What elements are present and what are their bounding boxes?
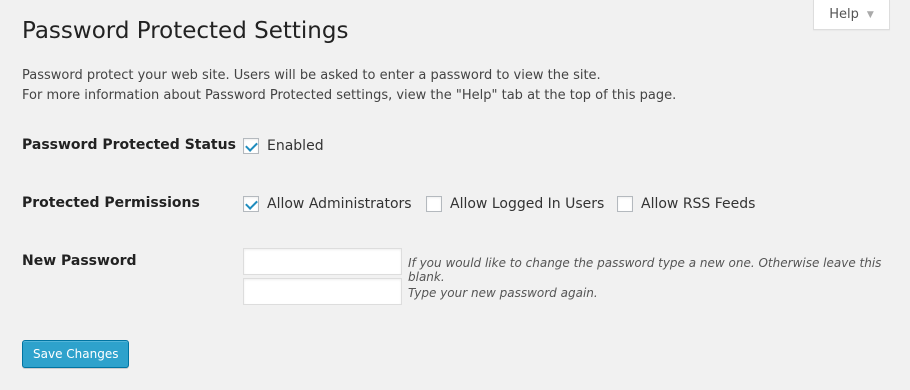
enabled-checkbox-option[interactable]: Enabled bbox=[243, 138, 324, 154]
allow-rss-feeds-label: Allow RSS Feeds bbox=[641, 196, 756, 212]
new-password-input[interactable] bbox=[243, 248, 402, 275]
allow-rss-feeds-option[interactable]: Allow RSS Feeds bbox=[617, 196, 755, 212]
intro-text: Password protect your web site. Users wi… bbox=[22, 66, 676, 106]
status-label: Password Protected Status bbox=[22, 137, 236, 153]
new-password-description: If you would like to change the password… bbox=[408, 256, 882, 284]
intro-line-1: Password protect your web site. Users wi… bbox=[22, 68, 601, 83]
allow-administrators-checkbox[interactable] bbox=[243, 196, 259, 212]
help-tab-label: Help bbox=[829, 7, 859, 22]
confirm-password-input[interactable] bbox=[243, 278, 402, 305]
help-tab-button[interactable]: Help ▼ bbox=[813, 0, 890, 30]
page-title: Password Protected Settings bbox=[22, 18, 349, 44]
enabled-checkbox[interactable] bbox=[243, 138, 259, 154]
enabled-label: Enabled bbox=[267, 138, 324, 154]
save-changes-button[interactable]: Save Changes bbox=[22, 340, 130, 368]
allow-rss-feeds-checkbox[interactable] bbox=[617, 196, 633, 212]
allow-administrators-option[interactable]: Allow Administrators bbox=[243, 196, 412, 212]
allow-logged-in-users-checkbox[interactable] bbox=[426, 196, 442, 212]
chevron-down-icon: ▼ bbox=[866, 9, 874, 20]
allow-logged-in-users-label: Allow Logged In Users bbox=[450, 196, 605, 212]
confirm-password-description: Type your new password again. bbox=[408, 286, 598, 300]
permissions-label: Protected Permissions bbox=[22, 195, 200, 211]
allow-administrators-label: Allow Administrators bbox=[267, 196, 412, 212]
new-password-label: New Password bbox=[22, 253, 137, 269]
allow-logged-in-users-option[interactable]: Allow Logged In Users bbox=[426, 196, 604, 212]
intro-line-2: For more information about Password Prot… bbox=[22, 88, 677, 103]
